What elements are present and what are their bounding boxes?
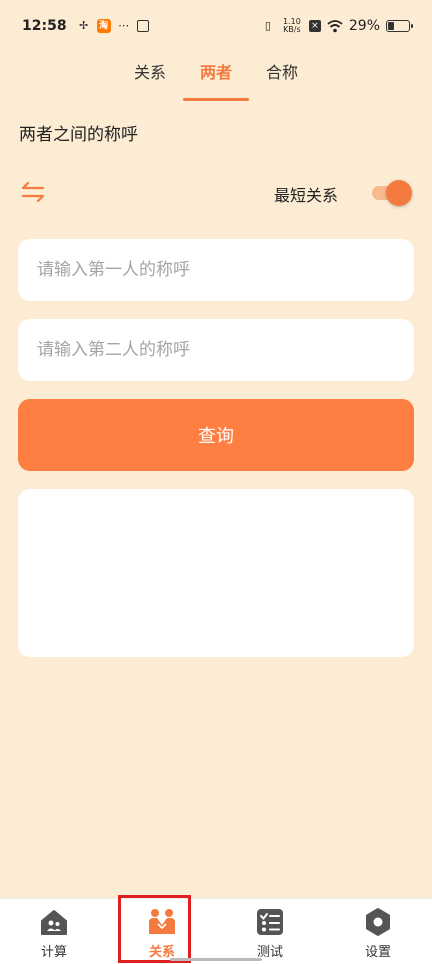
top-tabs: 关系 两者 合称	[0, 52, 432, 102]
net-speed-unit: KB/s	[283, 25, 301, 34]
app-box-icon	[136, 20, 149, 32]
first-person-input[interactable]	[18, 239, 414, 301]
status-time: 12:58	[22, 18, 67, 34]
battery-icon	[386, 20, 413, 32]
taobao-icon: 淘	[96, 19, 111, 33]
nav-item-calculate[interactable]: 计算	[0, 899, 108, 964]
nav-label-settings: 设置	[364, 945, 391, 960]
query-button[interactable]: 查询	[18, 399, 414, 471]
home-indicator	[170, 958, 262, 961]
status-right: ▯ 1.10 KB/s × 29%	[261, 18, 413, 34]
home-people-icon	[41, 910, 67, 935]
nav-item-settings[interactable]: 设置	[324, 899, 432, 964]
close-box-icon: ×	[308, 20, 321, 32]
wifi-icon	[327, 20, 343, 33]
dots-icon: ⋯	[118, 19, 130, 32]
nav-label-calculate: 计算	[40, 945, 67, 960]
swap-arrows-icon[interactable]	[19, 178, 47, 206]
net-speed: 1.10 KB/s	[281, 18, 303, 34]
page-title: 两者之间的称呼	[19, 125, 138, 145]
checklist-icon	[257, 909, 283, 935]
battery-percent: 29%	[348, 18, 380, 34]
status-bar: 12:58 ✢ 淘 ⋯ ▯ 1.10 KB/s × 29%	[0, 0, 432, 52]
vibrate-icon: ▯	[264, 19, 271, 32]
tab-combined[interactable]: 合称	[249, 52, 315, 102]
status-left: 12:58 ✢ 淘 ⋯	[22, 18, 149, 34]
second-person-input[interactable]	[18, 319, 414, 381]
shortest-relation-label: 最短关系	[274, 186, 339, 205]
shortest-relation-toggle[interactable]	[370, 180, 412, 206]
handshake-people-icon	[149, 909, 175, 934]
toggle-knob	[386, 180, 412, 206]
result-box	[18, 489, 414, 657]
nav-item-test[interactable]: 测试	[216, 899, 324, 964]
hexagon-gear-icon	[366, 908, 390, 936]
tab-relation[interactable]: 关系	[117, 52, 183, 102]
bottom-nav: 计算 关系 测试 设置	[0, 898, 432, 964]
nav-item-relation[interactable]: 关系	[108, 899, 216, 964]
pinwheel-icon: ✢	[78, 19, 89, 32]
tab-both[interactable]: 两者	[183, 52, 249, 102]
